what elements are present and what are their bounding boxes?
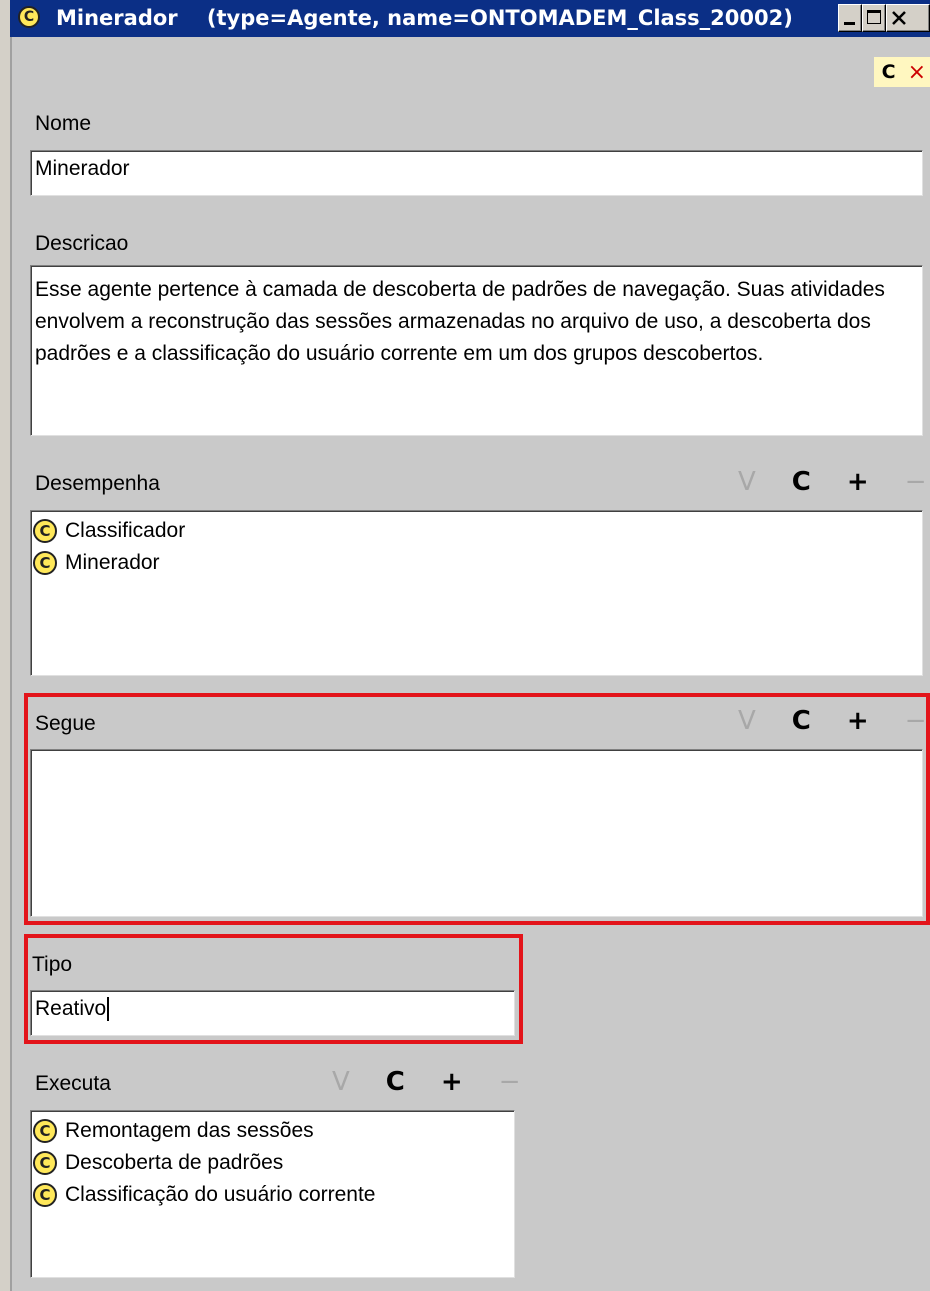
executa-add-button[interactable]: + xyxy=(441,1067,463,1097)
window-title-meta: (type=Agente, name=ONTOMADEM_Class_20002… xyxy=(206,6,793,30)
executa-list[interactable]: C Remontagem das sessões C Descoberta de… xyxy=(30,1110,515,1278)
list-item-label: Classificador xyxy=(65,519,186,542)
segue-list[interactable] xyxy=(30,749,923,917)
list-item-label: Remontagem das sessões xyxy=(65,1119,314,1142)
descricao-field[interactable]: Esse agente pertence à camada de descobe… xyxy=(30,265,923,436)
executa-actions: V C + − xyxy=(332,1067,520,1097)
nome-field[interactable]: Minerador xyxy=(30,150,923,196)
maximize-button[interactable] xyxy=(862,4,886,32)
window-titlebar[interactable]: C Minerador (type=Agente, name=ONTOMADEM… xyxy=(10,0,930,37)
form-toolbar: C × xyxy=(874,57,930,87)
delete-button[interactable]: × xyxy=(908,60,926,85)
text-caret xyxy=(107,997,110,1022)
tipo-value: Reativo xyxy=(35,997,107,1020)
list-item[interactable]: C Classificação do usuário corrente xyxy=(33,1179,512,1211)
desempenha-add-button[interactable]: + xyxy=(847,467,869,497)
class-icon: C xyxy=(18,6,40,28)
class-icon: C xyxy=(33,1183,57,1207)
class-icon: C xyxy=(33,519,57,543)
window-title-name: Minerador xyxy=(56,6,178,30)
class-icon: C xyxy=(33,551,57,575)
window-title: Minerador (type=Agente, name=ONTOMADEM_C… xyxy=(56,0,793,37)
list-item[interactable]: C Descoberta de padrões xyxy=(33,1147,512,1179)
descricao-label: Descricao xyxy=(35,232,129,255)
segue-actions: V C + − xyxy=(738,706,926,736)
minimize-button[interactable] xyxy=(838,4,862,32)
list-item-label: Classificação do usuário corrente xyxy=(65,1183,376,1206)
segue-remove-button[interactable]: − xyxy=(905,706,927,736)
desempenha-list[interactable]: C Classificador C Minerador xyxy=(30,510,923,676)
desempenha-actions: V C + − xyxy=(738,467,926,497)
executa-view-button[interactable]: V xyxy=(332,1067,350,1097)
segue-view-button[interactable]: V xyxy=(738,706,756,736)
tipo-field[interactable]: Reativo xyxy=(30,990,515,1036)
executa-label: Executa xyxy=(35,1072,111,1095)
list-item[interactable]: C Minerador xyxy=(33,547,920,579)
desempenha-view-button[interactable]: V xyxy=(738,467,756,497)
tipo-label: Tipo xyxy=(32,953,73,976)
close-button[interactable] xyxy=(886,4,930,32)
list-item[interactable]: C Remontagem das sessões xyxy=(33,1115,512,1147)
list-item[interactable]: C Classificador xyxy=(33,515,920,547)
desempenha-label: Desempenha xyxy=(35,472,160,495)
minimize-icon xyxy=(844,22,855,25)
close-icon xyxy=(892,11,906,25)
segue-add-button[interactable]: + xyxy=(847,706,869,736)
create-class-button[interactable]: C xyxy=(882,61,896,83)
desempenha-remove-button[interactable]: − xyxy=(905,467,927,497)
list-item-label: Descoberta de padrões xyxy=(65,1151,284,1174)
nome-label: Nome xyxy=(35,112,92,135)
class-icon: C xyxy=(33,1119,57,1143)
executa-create-button[interactable]: C xyxy=(386,1067,405,1097)
segue-create-button[interactable]: C xyxy=(792,706,811,736)
list-item-label: Minerador xyxy=(65,551,160,574)
executa-remove-button[interactable]: − xyxy=(499,1067,521,1097)
desempenha-create-button[interactable]: C xyxy=(792,467,811,497)
segue-label: Segue xyxy=(35,712,96,735)
class-icon: C xyxy=(33,1151,57,1175)
maximize-icon xyxy=(867,10,881,24)
